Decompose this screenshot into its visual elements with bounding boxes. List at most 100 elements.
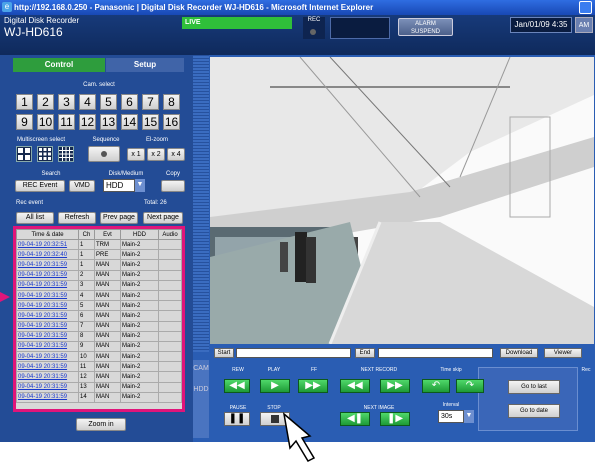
- row-time-date[interactable]: 09-04-19 20:31:59: [16, 351, 79, 363]
- cam-button-12[interactable]: 12: [79, 114, 96, 130]
- zoom-in-button[interactable]: Zoom in: [76, 418, 126, 431]
- row-time-date[interactable]: 09-04-19 20:31:59: [16, 269, 79, 281]
- table-row[interactable]: 09-04-19 20:31:59 6 MAN Main-2: [16, 310, 182, 322]
- rewind-button[interactable]: ◀◀: [224, 379, 250, 393]
- alarm-line2: SUSPEND: [410, 29, 440, 35]
- tab-control[interactable]: Control: [13, 58, 105, 72]
- start-field[interactable]: [236, 348, 351, 358]
- sequence-button[interactable]: [88, 146, 120, 162]
- row-time-date[interactable]: 09-04-19 20:31:59: [16, 391, 79, 404]
- start-button[interactable]: Start: [214, 348, 234, 358]
- rec-event-button[interactable]: REC Event: [15, 180, 65, 192]
- pause-button[interactable]: ❚❚: [224, 412, 250, 426]
- interval-select[interactable]: 30s: [438, 410, 464, 423]
- row-time-date[interactable]: 09-04-19 20:31:59: [16, 381, 79, 393]
- cam-button-6[interactable]: 6: [121, 94, 138, 110]
- cam-button-13[interactable]: 13: [100, 114, 117, 130]
- alarm-suspend-button[interactable]: ALARM SUSPEND: [398, 18, 453, 36]
- row-time-date[interactable]: 09-04-19 20:31:59: [16, 361, 79, 373]
- row-audio: [158, 371, 182, 383]
- cam-button-1[interactable]: 1: [16, 94, 33, 110]
- multiscreen-16-button[interactable]: [58, 146, 74, 162]
- prev-page-button[interactable]: Prev page: [100, 212, 138, 224]
- play-button[interactable]: ▶: [260, 379, 290, 393]
- cam-hdd-selector[interactable]: CAM HDD: [193, 360, 209, 438]
- window-control-icon[interactable]: [579, 1, 592, 14]
- prev-record-button[interactable]: ◀◀: [340, 379, 370, 393]
- table-row[interactable]: 09-04-19 20:31:59 1 MAN Main-2: [16, 259, 182, 271]
- table-row[interactable]: 09-04-19 20:31:59 7 MAN Main-2: [16, 320, 182, 332]
- prev-image-button[interactable]: ◀❚: [340, 412, 370, 426]
- sequence-dot-icon: [101, 151, 107, 157]
- multiscreen-9-button[interactable]: [37, 146, 53, 162]
- cam-button-7[interactable]: 7: [142, 94, 159, 110]
- interval-label: Interval: [442, 402, 460, 408]
- table-row[interactable]: 09-04-19 20:31:59 9 MAN Main-2: [16, 340, 182, 353]
- end-button[interactable]: End: [355, 348, 375, 358]
- table-row[interactable]: 09-04-19 20:31:59 8 MAN Main-2: [16, 330, 182, 342]
- table-row[interactable]: 09-04-19 20:32:40 1 PRE Main-2: [16, 249, 182, 261]
- next-page-button[interactable]: Next page: [143, 212, 183, 224]
- row-time-date[interactable]: 09-04-19 20:31:59: [16, 259, 79, 271]
- table-row[interactable]: 09-04-19 20:31:59 3 MAN Main-2: [16, 279, 182, 291]
- cam-button-3[interactable]: 3: [58, 94, 75, 110]
- interval-chevron-down-icon[interactable]: ▼: [464, 410, 474, 423]
- table-row[interactable]: 09-04-19 20:31:59 13 MAN Main-2: [16, 381, 182, 393]
- row-audio: [158, 269, 182, 281]
- all-list-button[interactable]: All list: [16, 212, 54, 224]
- vmd-button[interactable]: VMD: [69, 180, 95, 192]
- row-time-date[interactable]: 09-04-19 20:31:59: [16, 371, 79, 383]
- cam-button-15[interactable]: 15: [142, 114, 159, 130]
- row-time-date[interactable]: 09-04-19 20:31:59: [16, 330, 79, 342]
- cam-button-10[interactable]: 10: [37, 114, 54, 130]
- zoom-x2-button[interactable]: x 2: [147, 148, 165, 161]
- row-hdd: Main-2: [120, 300, 159, 312]
- end-field[interactable]: [378, 348, 493, 358]
- cam-button-8[interactable]: 8: [163, 94, 180, 110]
- table-row[interactable]: 09-04-19 20:31:59 12 MAN Main-2: [16, 371, 182, 383]
- download-button[interactable]: Download: [500, 348, 538, 358]
- table-row[interactable]: 09-04-19 20:31:59 14 MAN Main-2: [16, 391, 182, 404]
- app-header: [0, 15, 595, 55]
- row-time-date[interactable]: 09-04-19 20:31:59: [16, 320, 79, 332]
- copy-button[interactable]: [161, 180, 185, 192]
- row-time-date[interactable]: 09-04-19 20:32:40: [16, 249, 79, 261]
- disk-medium-select[interactable]: HDD: [103, 179, 135, 192]
- time-skip-back-button[interactable]: ↶: [422, 379, 450, 393]
- table-row[interactable]: 09-04-19 20:31:59 11 MAN Main-2: [16, 361, 182, 373]
- row-ch: 8: [78, 330, 95, 342]
- row-time-date[interactable]: 09-04-19 20:31:59: [16, 279, 79, 291]
- next-record-button[interactable]: ▶▶: [380, 379, 410, 393]
- go-to-date-button[interactable]: Go to date: [508, 404, 560, 418]
- viewer-button[interactable]: Viewer: [544, 348, 582, 358]
- next-image-button[interactable]: ❚▶: [380, 412, 410, 426]
- refresh-button[interactable]: Refresh: [58, 212, 96, 224]
- multiscreen-4-button[interactable]: [16, 146, 32, 162]
- table-row[interactable]: 09-04-19 20:31:59 4 MAN Main-2: [16, 289, 182, 302]
- row-time-date[interactable]: 09-04-19 20:31:59: [16, 289, 79, 302]
- tab-setup[interactable]: Setup: [106, 58, 184, 72]
- cam-button-5[interactable]: 5: [100, 94, 117, 110]
- row-time-date[interactable]: 09-04-19 20:31:59: [16, 300, 79, 312]
- row-time-date[interactable]: 09-04-19 20:31:59: [16, 310, 79, 322]
- table-row[interactable]: 09-04-19 20:31:59 10 MAN Main-2: [16, 351, 182, 363]
- row-audio: [158, 310, 182, 322]
- table-row[interactable]: 09-04-19 20:31:59 2 MAN Main-2: [16, 269, 182, 281]
- cam-button-2[interactable]: 2: [37, 94, 54, 110]
- zoom-x4-button[interactable]: x 4: [167, 148, 185, 161]
- fast-forward-button[interactable]: ▶▶: [298, 379, 328, 393]
- go-to-last-button[interactable]: Go to last: [508, 380, 560, 394]
- cam-button-4[interactable]: 4: [79, 94, 96, 110]
- cam-button-9[interactable]: 9: [16, 114, 33, 130]
- table-row[interactable]: 09-04-19 20:32:51 1 TRM Main-2: [16, 238, 182, 251]
- zoom-x1-button[interactable]: x 1: [127, 148, 145, 161]
- cam-button-14[interactable]: 14: [121, 114, 138, 130]
- cam-button-16[interactable]: 16: [163, 114, 180, 130]
- chevron-down-icon[interactable]: ▼: [135, 179, 145, 192]
- cam-button-11[interactable]: 11: [58, 114, 75, 130]
- time-skip-forward-button[interactable]: ↷: [456, 379, 484, 393]
- table-row[interactable]: 09-04-19 20:31:59 5 MAN Main-2: [16, 300, 182, 312]
- header-subtitle: Digital Disk Recorder: [4, 16, 80, 25]
- row-time-date[interactable]: 09-04-19 20:31:59: [16, 340, 79, 353]
- row-time-date[interactable]: 09-04-19 20:32:51: [16, 238, 79, 251]
